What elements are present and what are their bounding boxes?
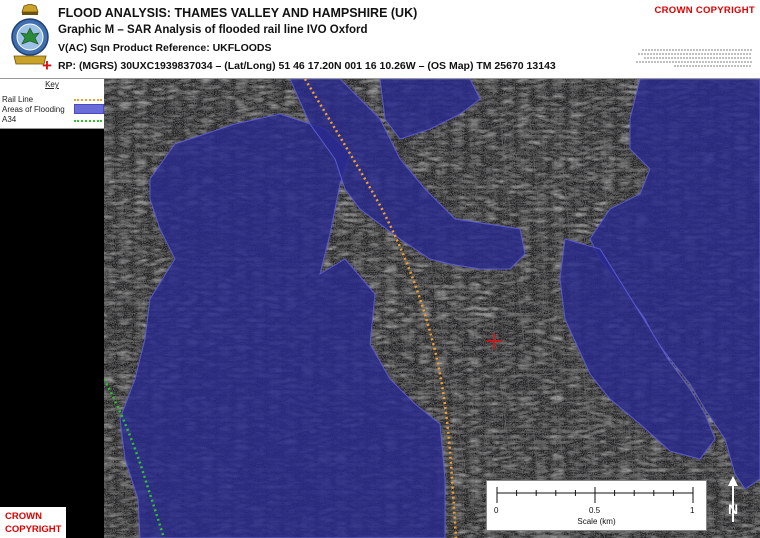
map-graphic: FLOOD ANALYSIS: THAMES VALLEY AND HAMPSH…	[0, 0, 760, 538]
key-label-areas-of-flooding: Areas of Flooding	[2, 105, 65, 114]
document-title: FLOOD ANALYSIS: THAMES VALLEY AND HAMPSH…	[58, 6, 418, 20]
reference-point-cross-icon: +	[42, 56, 52, 75]
left-black-strip	[0, 79, 104, 538]
key-swatch-rail-line	[74, 99, 102, 101]
scale-title: Scale (km)	[577, 517, 616, 526]
north-label: N	[728, 501, 738, 517]
crown-copyright-line-1: CROWN	[5, 511, 42, 522]
reference-point-text: RP: (MGRS) 30UXC1939837034 – (Lat/Long) …	[57, 60, 556, 72]
key-title: Key	[45, 80, 59, 89]
fine-print-block	[636, 49, 752, 67]
scale-tick-1: 1	[690, 506, 695, 515]
key-swatch-flooding	[74, 104, 104, 114]
crown-copyright-line-2: COPYRIGHT	[5, 524, 62, 535]
key-swatch-a34	[74, 120, 102, 122]
north-arrow: N	[722, 476, 744, 524]
north-arrow-icon: N	[728, 476, 738, 522]
product-reference: V(AC) Sqn Product Reference: UKFLOODS	[58, 42, 272, 54]
graphic-subtitle: Graphic M – SAR Analysis of flooded rail…	[58, 24, 368, 36]
scale-bar-panel: 0 0.5 1 Scale (km)	[486, 480, 707, 531]
crown-copyright-footer: CROWN COPYRIGHT	[0, 507, 66, 538]
sar-imagery-map	[102, 79, 760, 538]
scale-tick-0: 0	[494, 506, 499, 515]
map-key: Key Rail Line Areas of Flooding A34	[0, 79, 104, 129]
crown-copyright-header: CROWN COPYRIGHT	[654, 5, 755, 16]
scale-tick-half: 0.5	[589, 506, 601, 515]
key-label-a34: A34	[2, 115, 17, 124]
reference-point-line: + RP: (MGRS) 30UXC1939837034 – (Lat/Long)…	[42, 56, 556, 75]
title-block: FLOOD ANALYSIS: THAMES VALLEY AND HAMPSH…	[0, 0, 760, 79]
key-label-rail-line: Rail Line	[2, 95, 34, 104]
